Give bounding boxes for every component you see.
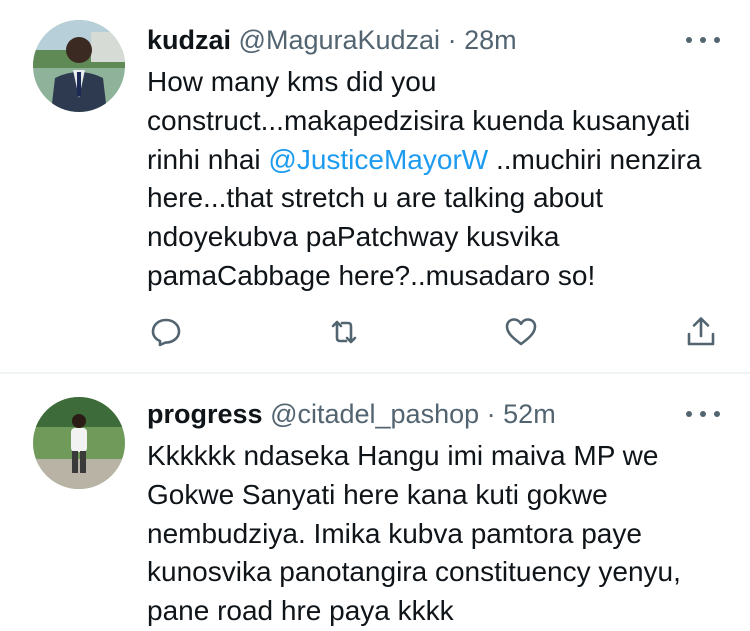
- tweet-header: kudzai @MaguraKudzai · 28m: [147, 22, 660, 58]
- display-name[interactable]: progress: [147, 399, 263, 429]
- tweet-text: Kkkkkk ndaseka Hangu imi maiva MP we Gok…: [147, 440, 681, 627]
- more-options-icon[interactable]: [686, 26, 720, 54]
- tweet-header: progress @citadel_pashop · 52m: [147, 396, 660, 432]
- timestamp[interactable]: 52m: [503, 399, 556, 429]
- user-handle[interactable]: @citadel_pashop: [270, 399, 479, 429]
- avatar[interactable]: [33, 20, 125, 112]
- retweet-icon[interactable]: [326, 314, 362, 350]
- tweet[interactable]: progress @citadel_pashop · 52m Kkkkkk nd…: [0, 374, 750, 626]
- user-handle[interactable]: @MaguraKudzai: [239, 25, 441, 55]
- separator-dot: ·: [486, 399, 496, 429]
- timestamp[interactable]: 28m: [464, 25, 517, 55]
- like-icon[interactable]: [503, 314, 539, 350]
- action-bar: [0, 314, 750, 350]
- more-options-icon[interactable]: [686, 400, 720, 428]
- tweet[interactable]: kudzai @MaguraKudzai · 28m How many kms …: [0, 0, 750, 372]
- display-name[interactable]: kudzai: [147, 25, 231, 55]
- mention-link[interactable]: @JusticeMayorW: [268, 144, 488, 175]
- tweet-text: How many kms did you construct...makaped…: [147, 63, 720, 296]
- separator-dot: ·: [447, 25, 457, 55]
- reply-icon[interactable]: [148, 314, 184, 350]
- share-icon[interactable]: [683, 314, 719, 350]
- avatar[interactable]: [33, 397, 125, 489]
